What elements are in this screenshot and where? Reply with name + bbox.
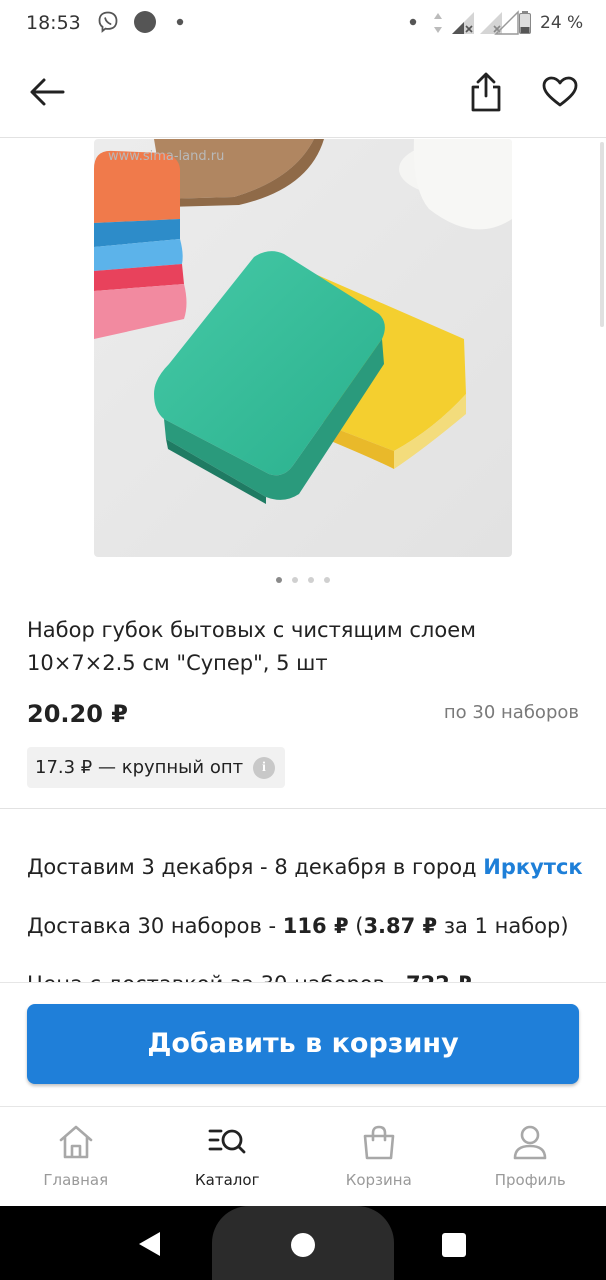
favorite-button[interactable] — [536, 68, 584, 116]
signal-icon — [452, 12, 474, 34]
home-icon — [59, 1125, 93, 1159]
city-link[interactable]: Иркутск — [483, 855, 582, 879]
back-button[interactable] — [23, 68, 71, 116]
back-arrow-icon — [30, 78, 65, 106]
nav-label-catalog: Каталог — [195, 1171, 260, 1189]
nav-item-cart[interactable]: Корзина — [303, 1107, 455, 1207]
profile-icon — [513, 1125, 547, 1160]
divider — [0, 808, 606, 809]
nav-label-home: Главная — [43, 1171, 109, 1189]
top-app-bar — [0, 48, 606, 138]
viber-icon — [98, 11, 118, 33]
dot-icon — [409, 18, 417, 26]
status-bar: 18:53 24 % — [0, 0, 606, 48]
system-navigation-bar — [0, 1206, 606, 1280]
product-price: 20.20 ₽ — [27, 700, 128, 728]
battery-percent: 24 % — [540, 13, 584, 33]
unit-note: по 30 наборов — [443, 702, 579, 723]
product-title: Набор губок бытовых с чистящим слоем 10×… — [27, 618, 476, 675]
delivery-cost-suffix: за 1 набор) — [437, 914, 569, 938]
gallery-dot[interactable] — [324, 577, 330, 583]
product-gallery[interactable]: www.sima-land.ru — [0, 139, 606, 569]
delivery-cost-paren: ( — [348, 914, 364, 938]
gallery-indicator — [0, 577, 606, 585]
info-icon[interactable]: i — [253, 757, 275, 779]
delivery-cost-price: 116 ₽ — [282, 914, 349, 938]
share-button[interactable] — [462, 68, 510, 116]
system-home-icon[interactable] — [289, 1231, 317, 1259]
nav-label-profile: Профиль — [494, 1171, 566, 1189]
delivery-unit-price: 3.87 ₽ — [363, 914, 438, 938]
delivery-cost: Доставка 30 наборов - 116 ₽ (3.87 ₽ за 1… — [27, 914, 569, 938]
dot-icon — [176, 18, 184, 26]
catalog-search-icon — [208, 1129, 246, 1154]
heart-icon — [542, 76, 578, 107]
add-to-cart-button[interactable]: Добавить в корзину — [27, 1004, 579, 1084]
delivery-dates-text: Доставим 3 декабря - 8 декабря в город — [27, 855, 484, 879]
nav-item-home[interactable]: Главная — [0, 1107, 152, 1207]
system-recents-icon[interactable] — [441, 1232, 467, 1258]
nav-item-catalog[interactable]: Каталог — [152, 1107, 304, 1207]
gallery-dot-active[interactable] — [276, 577, 282, 583]
data-arrows-icon — [434, 13, 442, 33]
wholesale-price-text: 17.3 ₽ — крупный опт — [35, 757, 244, 778]
share-icon — [471, 72, 501, 112]
sponges-photo — [94, 139, 512, 557]
nav-item-profile[interactable]: Профиль — [455, 1107, 606, 1207]
bottom-navigation: Главная Каталог Корзина Профиль — [0, 1106, 606, 1206]
nav-label-cart: Корзина — [345, 1171, 412, 1189]
delivery-cost-label: Доставка 30 наборов - — [27, 914, 283, 938]
product-image[interactable]: www.sima-land.ru — [94, 139, 512, 557]
signal-empty-icon — [494, 10, 519, 35]
watermark: www.sima-land.ru — [108, 149, 225, 164]
delivery-dates: Доставим 3 декабря - 8 декабря в город И… — [27, 855, 583, 879]
bag-icon — [363, 1125, 395, 1160]
status-time: 18:53 — [26, 12, 81, 34]
wholesale-price-badge[interactable]: 17.3 ₽ — крупный опт i — [27, 747, 285, 788]
gallery-dot[interactable] — [292, 577, 298, 583]
notification-dot-icon — [134, 11, 156, 33]
system-back-icon[interactable] — [136, 1230, 164, 1258]
page-scrollbar[interactable] — [600, 142, 604, 327]
battery-icon — [519, 11, 531, 34]
gallery-dot[interactable] — [308, 577, 314, 583]
